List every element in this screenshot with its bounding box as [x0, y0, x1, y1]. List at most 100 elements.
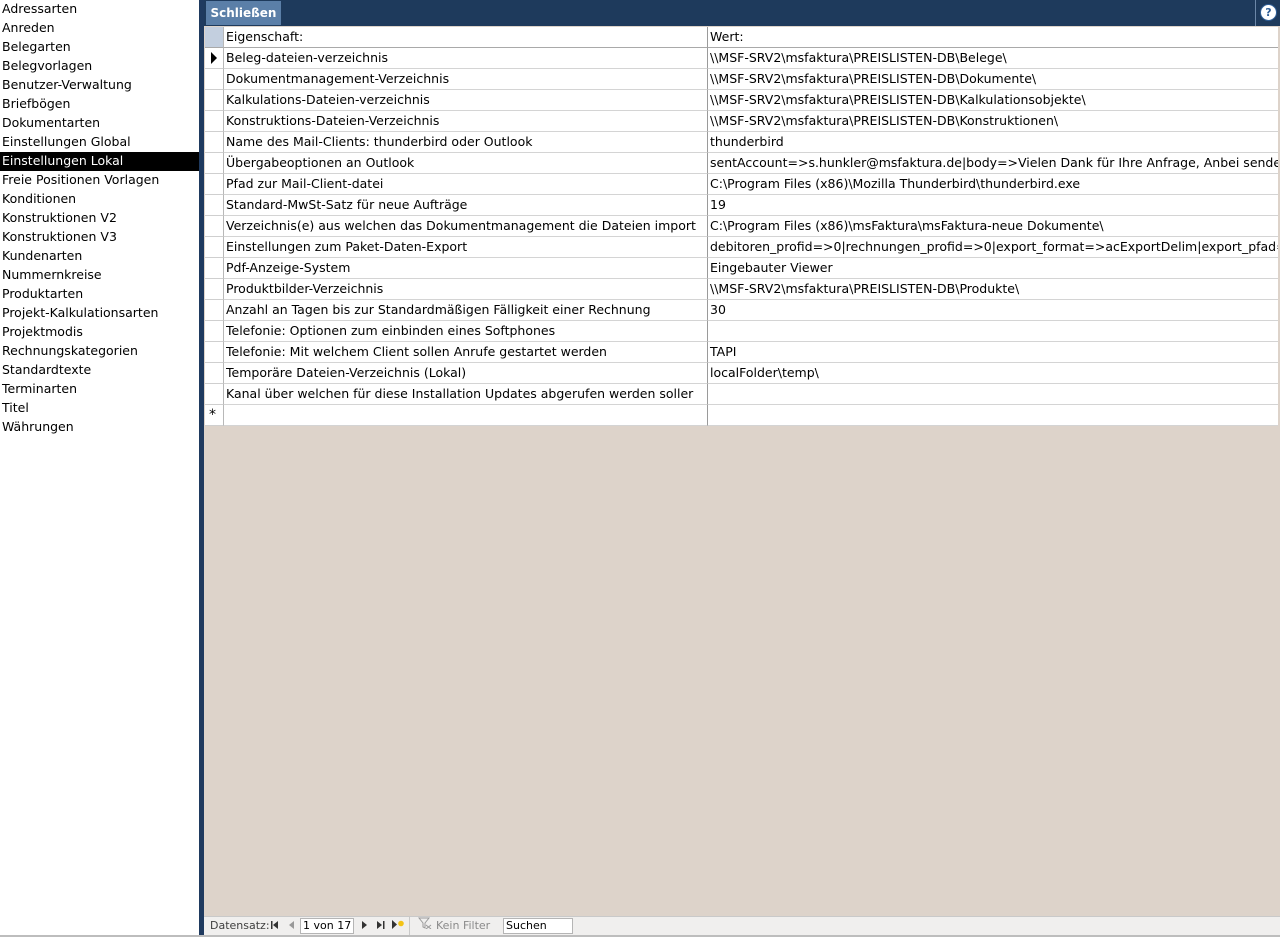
value-cell[interactable]: \\MSF-SRV2\msfaktura\PREISLISTEN-DB\Doku…	[708, 69, 1278, 90]
table-row[interactable]: Übergabeoptionen an Outlook sentAccount=>…	[205, 153, 1278, 174]
property-cell[interactable]: Beleg-dateien-verzeichnis	[224, 48, 708, 69]
row-selector[interactable]	[205, 258, 224, 279]
value-cell[interactable]: TAPI	[708, 342, 1278, 363]
property-cell[interactable]: Telefonie: Optionen zum einbinden eines …	[224, 321, 708, 342]
property-cell[interactable]: Dokumentmanagement-Verzeichnis	[224, 69, 708, 90]
row-selector[interactable]	[205, 48, 224, 69]
value-cell[interactable]	[708, 405, 1278, 426]
property-cell[interactable]: Telefonie: Mit welchem Client sollen Anr…	[224, 342, 708, 363]
sidebar-item[interactable]: Konstruktionen V2	[0, 209, 199, 228]
table-row[interactable]: Kalkulations-Dateien-verzeichnis \\MSF-SR…	[205, 90, 1278, 111]
sidebar-item[interactable]: Kundenarten	[0, 247, 199, 266]
value-cell[interactable]: thunderbird	[708, 132, 1278, 153]
record-position-input[interactable]: 1 von 17	[300, 918, 354, 934]
property-cell[interactable]: Temporäre Dateien-Verzeichnis (Lokal)	[224, 363, 708, 384]
row-selector[interactable]	[205, 279, 224, 300]
row-selector[interactable]	[205, 384, 224, 405]
value-cell[interactable]	[708, 321, 1278, 342]
filter-status[interactable]: Kein Filter	[436, 917, 490, 935]
search-input[interactable]: Suchen	[503, 918, 573, 934]
help-icon[interactable]: ?	[1260, 4, 1277, 21]
value-cell[interactable]: Eingebauter Viewer	[708, 258, 1278, 279]
table-row[interactable]: Telefonie: Mit welchem Client sollen Anr…	[205, 342, 1278, 363]
sidebar-item[interactable]: Rechnungskategorien	[0, 342, 199, 361]
row-selector[interactable]	[205, 300, 224, 321]
value-cell[interactable]: \\MSF-SRV2\msfaktura\PREISLISTEN-DB\Prod…	[708, 279, 1278, 300]
table-row[interactable]: Anzahl an Tagen bis zur Standardmäßigen …	[205, 300, 1278, 321]
property-cell[interactable]: Einstellungen zum Paket-Daten-Export	[224, 237, 708, 258]
property-cell[interactable]: Kanal über welchen für diese Installatio…	[224, 384, 708, 405]
sidebar-item[interactable]: Anreden	[0, 19, 199, 38]
table-row[interactable]: Standard-MwSt-Satz für neue Aufträge 19	[205, 195, 1278, 216]
sidebar-item[interactable]: Einstellungen Global	[0, 133, 199, 152]
sidebar-item[interactable]: Titel	[0, 399, 199, 418]
sidebar-item[interactable]: Freie Positionen Vorlagen	[0, 171, 199, 190]
value-cell[interactable]: C:\Program Files (x86)\Mozilla Thunderbi…	[708, 174, 1278, 195]
close-button[interactable]: Schließen	[206, 1, 281, 25]
next-record-icon[interactable]	[357, 917, 373, 935]
sidebar-item[interactable]: Dokumentarten	[0, 114, 199, 133]
property-cell[interactable]: Anzahl an Tagen bis zur Standardmäßigen …	[224, 300, 708, 321]
row-selector[interactable]	[205, 90, 224, 111]
table-row[interactable]: Telefonie: Optionen zum einbinden eines …	[205, 321, 1278, 342]
property-cell[interactable]: Konstruktions-Dateien-Verzeichnis	[224, 111, 708, 132]
sidebar-item[interactable]: Briefbögen	[0, 95, 199, 114]
row-selector[interactable]	[205, 153, 224, 174]
first-record-icon[interactable]	[267, 917, 283, 935]
table-row[interactable]: Konstruktions-Dateien-Verzeichnis \\MSF-S…	[205, 111, 1278, 132]
last-record-icon[interactable]	[373, 917, 389, 935]
table-row[interactable]: Produktbilder-Verzeichnis \\MSF-SRV2\msfa…	[205, 279, 1278, 300]
sidebar-item[interactable]: Währungen	[0, 418, 199, 437]
sidebar-item[interactable]: Projekt-Kalkulationsarten	[0, 304, 199, 323]
row-selector[interactable]	[205, 132, 224, 153]
sidebar-item[interactable]: Belegarten	[0, 38, 199, 57]
row-selector[interactable]	[205, 216, 224, 237]
table-row[interactable]: Name des Mail-Clients: thunderbird oder …	[205, 132, 1278, 153]
sidebar-item[interactable]: Adressarten	[0, 0, 199, 19]
value-cell[interactable]: localFolder\temp\	[708, 363, 1278, 384]
value-cell[interactable]: 30	[708, 300, 1278, 321]
sidebar-item[interactable]: Projektmodis	[0, 323, 199, 342]
sidebar-item[interactable]: Konditionen	[0, 190, 199, 209]
new-record-icon[interactable]	[390, 917, 406, 935]
row-selector[interactable]	[205, 342, 224, 363]
table-row[interactable]: Einstellungen zum Paket-Daten-Export debi…	[205, 237, 1278, 258]
sidebar-item[interactable]: Nummernkreise	[0, 266, 199, 285]
property-cell[interactable]: Name des Mail-Clients: thunderbird oder …	[224, 132, 708, 153]
sidebar-item[interactable]: Belegvorlagen	[0, 57, 199, 76]
row-selector[interactable]: *	[205, 405, 224, 426]
property-cell[interactable]: Kalkulations-Dateien-verzeichnis	[224, 90, 708, 111]
property-cell[interactable]: Verzeichnis(e) aus welchen das Dokumentm…	[224, 216, 708, 237]
row-selector[interactable]	[205, 174, 224, 195]
property-cell[interactable]	[224, 405, 708, 426]
property-cell[interactable]: Pfad zur Mail-Client-datei	[224, 174, 708, 195]
select-all-corner[interactable]	[205, 27, 224, 48]
table-row[interactable]: Beleg-dateien-verzeichnis \\MSF-SRV2\msfa…	[205, 48, 1278, 69]
row-selector[interactable]	[205, 69, 224, 90]
sidebar-item[interactable]: Produktarten	[0, 285, 199, 304]
row-selector[interactable]	[205, 321, 224, 342]
value-cell[interactable]	[708, 384, 1278, 405]
sidebar-item[interactable]: Terminarten	[0, 380, 199, 399]
value-cell[interactable]: 19	[708, 195, 1278, 216]
row-selector[interactable]	[205, 363, 224, 384]
table-row[interactable]: Pfad zur Mail-Client-datei C:\Program Fil…	[205, 174, 1278, 195]
property-cell[interactable]: Übergabeoptionen an Outlook	[224, 153, 708, 174]
value-cell[interactable]: \\MSF-SRV2\msfaktura\PREISLISTEN-DB\Kons…	[708, 111, 1278, 132]
table-row[interactable]: Verzeichnis(e) aus welchen das Dokumentm…	[205, 216, 1278, 237]
prev-record-icon[interactable]	[284, 917, 300, 935]
row-selector[interactable]	[205, 195, 224, 216]
row-selector[interactable]	[205, 237, 224, 258]
value-cell[interactable]: debitoren_profid=>0|rechnungen_profid=>0…	[708, 237, 1278, 258]
sidebar-item[interactable]: Benutzer-Verwaltung	[0, 76, 199, 95]
table-row[interactable]: Temporäre Dateien-Verzeichnis (Lokal) loc…	[205, 363, 1278, 384]
sidebar-item[interactable]: Konstruktionen V3	[0, 228, 199, 247]
filter-icon[interactable]	[417, 917, 432, 935]
column-header-value[interactable]: Wert:	[708, 27, 1278, 48]
property-cell[interactable]: Standard-MwSt-Satz für neue Aufträge	[224, 195, 708, 216]
table-row[interactable]: Dokumentmanagement-Verzeichnis \\MSF-SRV2…	[205, 69, 1278, 90]
column-header-property[interactable]: Eigenschaft:	[224, 27, 708, 48]
value-cell[interactable]: \\MSF-SRV2\msfaktura\PREISLISTEN-DB\Bele…	[708, 48, 1278, 69]
row-selector[interactable]	[205, 111, 224, 132]
property-cell[interactable]: Pdf-Anzeige-System	[224, 258, 708, 279]
